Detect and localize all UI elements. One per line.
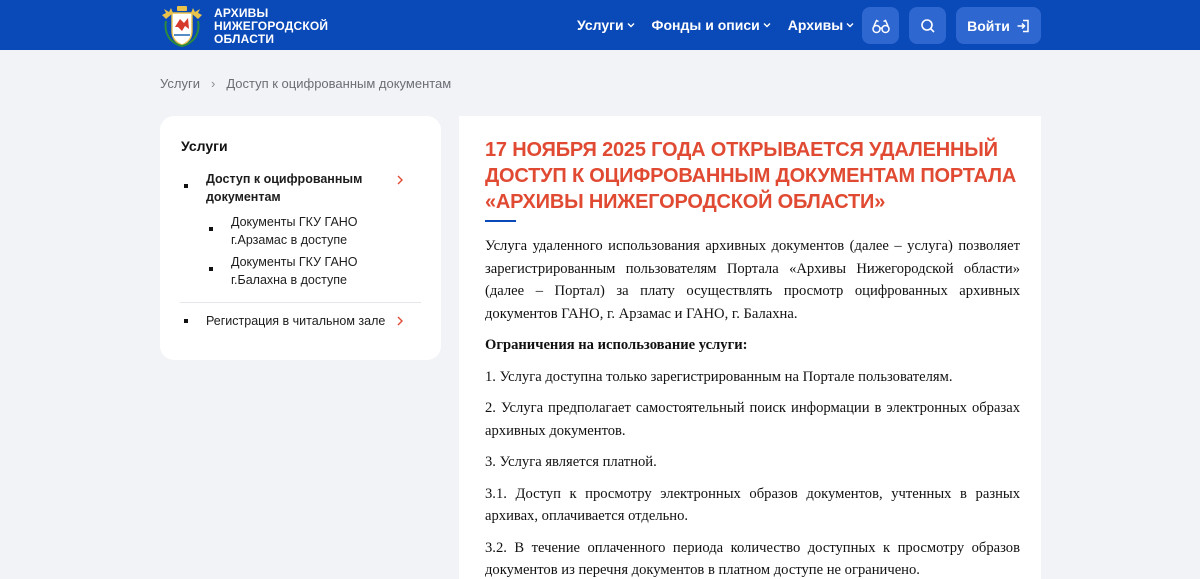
nav-item-label: Фонды и описи xyxy=(651,17,760,33)
coat-of-arms-icon xyxy=(162,6,202,47)
site-logo[interactable]: АРХИВЫ НИЖЕГОРОДСКОЙ ОБЛАСТИ xyxy=(160,5,328,47)
search-icon xyxy=(920,18,935,33)
search-button[interactable] xyxy=(909,7,946,44)
logo-line: ОБЛАСТИ xyxy=(214,31,275,46)
sidebar-item-label: Доступ к оцифрованным документам xyxy=(206,172,363,204)
article-title-line: «АРХИВЫ НИЖЕГОРОДСКОЙ ОБЛАСТИ» xyxy=(485,191,886,213)
title-accent-line xyxy=(485,220,516,222)
breadcrumb: Услуги › Доступ к оцифрованным документа… xyxy=(160,76,451,91)
article-panel: 17 НОЯБРЯ 2025 ГОДА ОТКРЫВАЕТСЯ УДАЛЕННЫ… xyxy=(459,116,1041,579)
chevron-right-icon xyxy=(397,175,403,185)
sidebar-divider xyxy=(180,302,421,303)
bullet xyxy=(209,267,213,271)
restriction-point: 3.1. Доступ к просмотру электронных обра… xyxy=(485,485,1020,525)
login-icon xyxy=(1017,19,1029,32)
sidebar-subitem-balakhna[interactable]: Документы ГКУ ГАНО г.Балахна в доступе xyxy=(209,253,409,289)
chevron-right-icon xyxy=(397,316,403,326)
sidebar-subitem-label: Документы ГКУ ГАНО г.Балахна в доступе xyxy=(231,255,358,287)
restriction-point: 2. Услуга предполагает самостоятельный п… xyxy=(485,400,1020,439)
restrictions-heading: Ограничения на использование услуги: xyxy=(485,337,748,353)
chevron-down-icon xyxy=(627,23,635,28)
nav-item-label: Архивы xyxy=(787,17,844,33)
nav-item-archives[interactable]: Архивы xyxy=(788,17,854,33)
glasses-icon xyxy=(871,18,890,33)
nav-item-funds[interactable]: Фонды и описи xyxy=(652,17,771,33)
login-button[interactable]: Войти xyxy=(956,7,1041,44)
bullet xyxy=(184,319,188,323)
nav-item-services[interactable]: Услуги xyxy=(577,17,635,33)
login-label: Войти xyxy=(967,17,1010,34)
nav-item-label: Услуги xyxy=(577,17,624,33)
chevron-right-icon: › xyxy=(210,76,216,91)
sidebar-subitem-label: Документы ГКУ ГАНО г.Арзамас в доступе xyxy=(231,215,358,247)
article-intro: Услуга удаленного использования архивных… xyxy=(485,238,1020,322)
sidebar-subitem-arzamas[interactable]: Документы ГКУ ГАНО г.Арзамас в доступе xyxy=(209,213,409,249)
main-nav: Услуги Фонды и описи Архивы xyxy=(577,0,871,50)
site-header: АРХИВЫ НИЖЕГОРОДСКОЙ ОБЛАСТИ Услуги Фонд… xyxy=(0,0,1200,50)
article-body: Услуга удаленного использования архивных… xyxy=(485,235,1020,579)
restriction-point: 3. Услуга является платной. xyxy=(485,454,657,470)
restriction-point: 3.2. В течение оплаченного периода колич… xyxy=(485,539,1020,579)
chevron-down-icon xyxy=(846,23,854,28)
breadcrumb-current: Доступ к оцифрованным документам xyxy=(226,76,452,91)
bullet xyxy=(184,184,188,188)
bullet xyxy=(209,227,213,231)
article-title-line: ДОСТУП К ОЦИФРОВАННЫМ ДОКУМЕНТАМ ПОРТАЛА xyxy=(485,165,1017,187)
chevron-down-icon xyxy=(763,23,771,28)
logo-text: АРХИВЫ НИЖЕГОРОДСКОЙ ОБЛАСТИ xyxy=(214,5,329,46)
sidebar-item-label: Регистрация в читальном зале xyxy=(206,314,386,328)
logo-line: АРХИВЫ xyxy=(214,5,269,20)
logo-line: НИЖЕГОРОДСКОЙ xyxy=(214,18,329,33)
restriction-point: 1. Услуга доступна только зарегистрирова… xyxy=(485,368,953,385)
sidebar: Услуги Доступ к оцифрованным документам … xyxy=(160,116,441,360)
sidebar-item-digitized-access[interactable]: Доступ к оцифрованным документам xyxy=(184,170,424,206)
sidebar-title: Услуги xyxy=(181,138,228,154)
accessibility-button[interactable] xyxy=(862,7,899,44)
article-title-line: 17 НОЯБРЯ 2025 ГОДА ОТКРЫВАЕТСЯ УДАЛЕННЫ… xyxy=(485,139,998,161)
breadcrumb-link-services[interactable]: Услуги xyxy=(160,76,200,91)
sidebar-item-reading-room[interactable]: Регистрация в читальном зале xyxy=(184,312,424,330)
article-title: 17 НОЯБРЯ 2025 ГОДА ОТКРЫВАЕТСЯ УДАЛЕННЫ… xyxy=(485,137,1025,215)
